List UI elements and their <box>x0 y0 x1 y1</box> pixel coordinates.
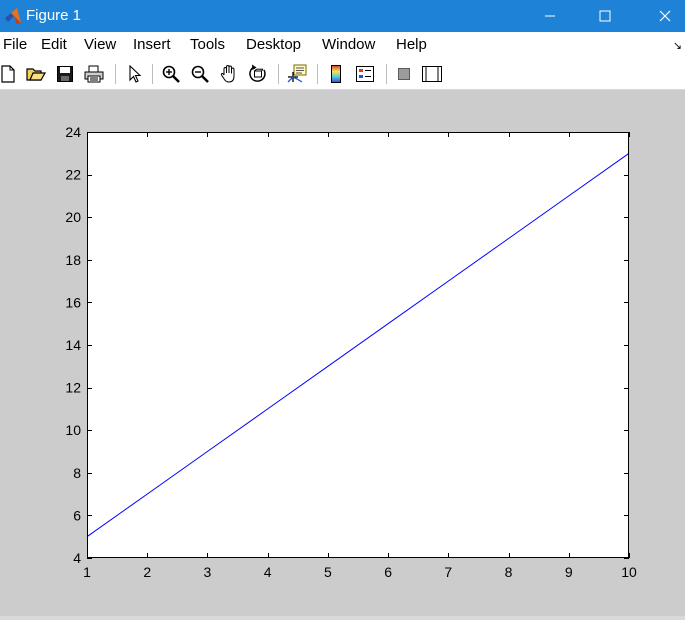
window-title: Figure 1 <box>26 7 82 24</box>
rotate-3d-button[interactable] <box>247 63 269 85</box>
pan-hand-icon <box>220 64 235 83</box>
toolbar-separator <box>278 64 279 84</box>
zoom-in-icon <box>162 65 180 83</box>
y-tick-label: 6 <box>73 507 81 523</box>
menu-tools[interactable]: Tools <box>190 36 225 54</box>
y-tick-label: 12 <box>65 380 81 396</box>
pan-button[interactable] <box>218 63 240 85</box>
save-button[interactable] <box>54 63 76 85</box>
edit-plot-arrow-icon <box>129 65 142 83</box>
x-tick-label: 3 <box>204 564 212 580</box>
print-icon <box>84 65 104 83</box>
toolbar-separator <box>115 64 116 84</box>
zoom-out-icon <box>191 65 209 83</box>
x-tick-label: 1 <box>83 564 91 580</box>
show-plot-tools-icon <box>422 66 442 82</box>
menu-file[interactable]: File <box>3 36 27 54</box>
menu-view[interactable]: View <box>84 36 116 54</box>
window-bottom-edge <box>0 616 685 620</box>
new-figure-button[interactable] <box>0 63 19 85</box>
y-tick-labels: 4 6 8 10 12 14 16 18 20 22 24 <box>65 124 81 566</box>
y-tick-label: 22 <box>65 167 81 183</box>
y-tick-label: 4 <box>73 550 81 566</box>
figure-canvas: 1 2 3 4 5 6 7 8 9 10 4681012141618202224 <box>65 124 637 580</box>
show-plot-tools-button[interactable] <box>421 63 443 85</box>
print-button[interactable] <box>83 63 105 85</box>
maximize-button[interactable] <box>582 0 628 32</box>
open-file-button[interactable] <box>25 63 47 85</box>
close-button[interactable] <box>642 0 685 32</box>
x-tick-label: 7 <box>444 564 452 580</box>
data-cursor-icon <box>287 64 307 83</box>
x-tick-label: 5 <box>324 564 332 580</box>
x-tick-label: 8 <box>505 564 513 580</box>
zoom-in-button[interactable] <box>160 63 182 85</box>
toolbar-separator <box>152 64 153 84</box>
toolbar-separator <box>317 64 318 84</box>
rotate-3d-icon <box>249 64 266 82</box>
save-icon <box>57 66 73 82</box>
figure-toolbar <box>0 58 685 90</box>
menu-insert[interactable]: Insert <box>133 36 171 54</box>
y-tick-label: 16 <box>65 294 81 310</box>
matlab-logo-icon <box>5 8 21 24</box>
x-tick-labels: 1 2 3 4 5 6 7 8 9 10 <box>83 564 637 580</box>
zoom-out-button[interactable] <box>189 63 211 85</box>
hide-plot-tools-button[interactable] <box>393 63 415 85</box>
close-icon <box>659 10 671 22</box>
hide-plot-tools-icon <box>398 68 410 80</box>
y-tick-label: 24 <box>65 124 81 140</box>
new-figure-icon <box>1 65 15 83</box>
edit-plot-button[interactable] <box>124 63 146 85</box>
y-tick-label: 20 <box>65 209 81 225</box>
y-tick-label: 8 <box>73 465 81 481</box>
x-tick-label: 10 <box>621 564 637 580</box>
minimize-icon <box>545 15 555 17</box>
window-title-bar[interactable]: Figure 1 <box>0 0 685 32</box>
toolbar-separator <box>386 64 387 84</box>
menu-help[interactable]: Help <box>396 36 427 54</box>
menu-dock-arrow-icon[interactable]: ↘ <box>673 39 682 52</box>
x-tick-label: 2 <box>143 564 151 580</box>
x-tick-label: 9 <box>565 564 573 580</box>
y-tick-label: 10 <box>65 422 81 438</box>
insert-legend-icon <box>356 66 374 82</box>
insert-colorbar-button[interactable] <box>325 63 347 85</box>
data-cursor-button[interactable] <box>286 63 308 85</box>
minimize-button[interactable] <box>527 0 573 32</box>
x-tick-label: 6 <box>384 564 392 580</box>
y-tick-label: 14 <box>65 337 81 353</box>
menu-window[interactable]: Window <box>322 36 375 54</box>
menu-edit[interactable]: Edit <box>41 36 67 54</box>
insert-colorbar-icon <box>331 65 341 83</box>
x-tick-label: 4 <box>264 564 272 580</box>
menu-bar: File Edit View Insert Tools Desktop Wind… <box>0 32 685 58</box>
open-file-icon <box>26 68 46 81</box>
y-tick-label: 18 <box>65 252 81 268</box>
insert-legend-button[interactable] <box>354 63 376 85</box>
maximize-icon <box>599 10 611 22</box>
menu-desktop[interactable]: Desktop <box>246 36 301 54</box>
